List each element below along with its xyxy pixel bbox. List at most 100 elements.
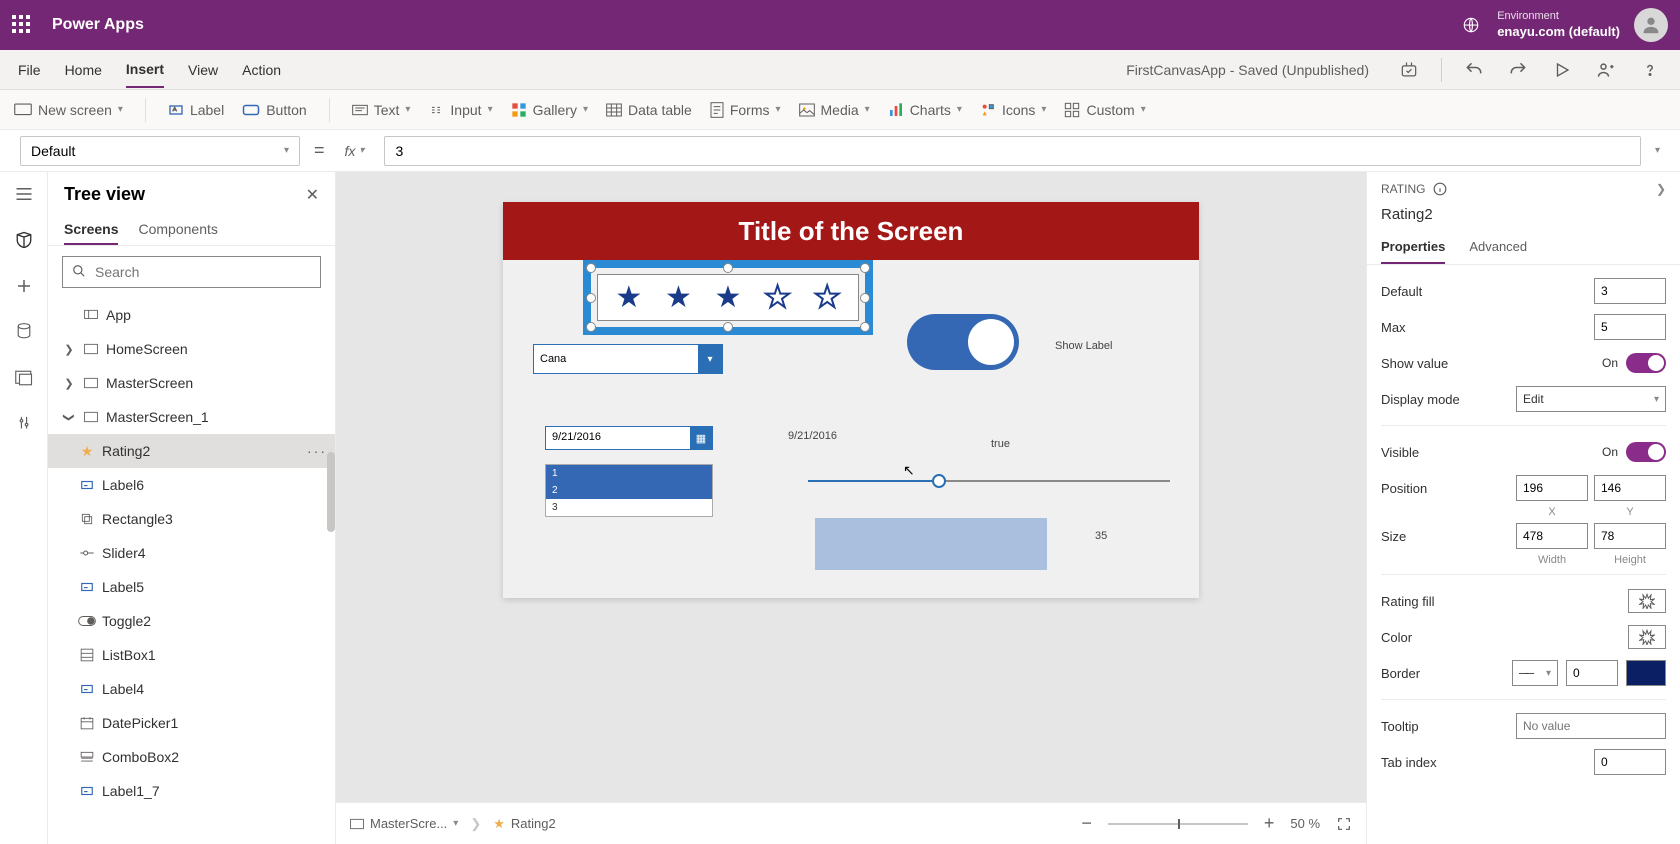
prop-width-input[interactable] xyxy=(1516,523,1588,549)
prop-y-input[interactable] xyxy=(1594,475,1666,501)
resize-handle[interactable] xyxy=(586,263,596,273)
prop-height-input[interactable] xyxy=(1594,523,1666,549)
share-icon[interactable] xyxy=(1594,58,1618,82)
tree-search-input[interactable] xyxy=(62,256,321,288)
help-icon[interactable] xyxy=(1638,58,1662,82)
tree-node-label6[interactable]: Label6 xyxy=(48,468,335,502)
slider-thumb[interactable] xyxy=(932,474,946,488)
design-canvas[interactable]: Title of the Screen ★ ★ ★ ★ ★ ▾ xyxy=(503,202,1199,598)
breadcrumb-screen[interactable]: MasterScre...▾ xyxy=(350,816,458,831)
environment-block[interactable]: Environment enayu.com (default) xyxy=(1497,10,1620,40)
datepicker-control[interactable]: 9/21/2016▦ xyxy=(545,426,713,450)
prop-ratingfill-swatch[interactable] xyxy=(1628,589,1666,613)
menu-home[interactable]: Home xyxy=(65,53,102,87)
tree-node-label5[interactable]: Label5 xyxy=(48,570,335,604)
slider-control[interactable] xyxy=(808,480,1170,482)
ribbon-text[interactable]: Text▾ xyxy=(352,102,411,118)
combobox-control[interactable]: ▾ xyxy=(533,344,723,374)
tree-node-masterscreen[interactable]: ❯MasterScreen xyxy=(48,366,335,400)
environment-icon[interactable] xyxy=(1459,13,1483,37)
chevron-right-icon[interactable]: ❯ xyxy=(1656,182,1666,196)
ribbon-data-table[interactable]: Data table xyxy=(606,102,692,118)
resize-handle[interactable] xyxy=(586,322,596,332)
resize-handle[interactable] xyxy=(860,322,870,332)
zoom-slider[interactable] xyxy=(1108,823,1248,825)
resize-handle[interactable] xyxy=(723,322,733,332)
ribbon-button[interactable]: Button xyxy=(242,102,306,118)
fx-icon[interactable]: fx▾ xyxy=(339,143,371,159)
tree-view-icon[interactable] xyxy=(12,228,36,252)
chevron-down-icon[interactable]: ▾ xyxy=(453,818,458,829)
redo-icon[interactable] xyxy=(1506,58,1530,82)
media-panel-icon[interactable] xyxy=(12,366,36,390)
zoom-in-icon[interactable]: + xyxy=(1264,813,1275,834)
close-icon[interactable]: ✕ xyxy=(306,185,319,205)
play-icon[interactable] xyxy=(1550,58,1574,82)
tree-node-app[interactable]: App xyxy=(48,298,335,332)
tree-node-datepicker1[interactable]: DatePicker1 xyxy=(48,706,335,740)
menu-file[interactable]: File xyxy=(18,53,41,87)
ribbon-icons[interactable]: Icons▾ xyxy=(980,102,1047,118)
data-icon[interactable] xyxy=(12,320,36,344)
props-tab-advanced[interactable]: Advanced xyxy=(1469,231,1527,264)
ribbon-media[interactable]: Media▾ xyxy=(799,102,870,118)
ribbon-new-screen[interactable]: New screen▾ xyxy=(14,102,123,118)
rectangle-control[interactable] xyxy=(815,518,1047,570)
prop-max-input[interactable] xyxy=(1594,314,1666,340)
tab-components[interactable]: Components xyxy=(138,215,217,245)
menu-action[interactable]: Action xyxy=(242,53,281,87)
ribbon-charts[interactable]: Charts▾ xyxy=(888,102,962,118)
prop-border-color[interactable] xyxy=(1626,660,1666,686)
listbox-control[interactable]: 1 2 3 xyxy=(545,464,713,517)
toggle-control[interactable] xyxy=(907,314,1019,370)
prop-color-swatch[interactable] xyxy=(1628,625,1666,649)
fit-screen-icon[interactable] xyxy=(1336,816,1352,832)
list-item[interactable]: 3 xyxy=(546,499,712,516)
breadcrumb-control[interactable]: ★Rating2 xyxy=(493,816,555,832)
tree-node-toggle2[interactable]: Toggle2 xyxy=(48,604,335,638)
undo-icon[interactable] xyxy=(1462,58,1486,82)
prop-tabindex-input[interactable] xyxy=(1594,749,1666,775)
calendar-icon[interactable]: ▦ xyxy=(690,427,712,449)
resize-handle[interactable] xyxy=(860,263,870,273)
tree-node-masterscreen1[interactable]: ❯MasterScreen_1 xyxy=(48,400,335,434)
tree-node-rating2[interactable]: ★Rating2··· xyxy=(48,434,335,468)
waffle-icon[interactable] xyxy=(12,15,32,35)
tree-node-homescreen[interactable]: ❯HomeScreen xyxy=(48,332,335,366)
rating-control-selected[interactable]: ★ ★ ★ ★ ★ xyxy=(583,260,873,335)
chevron-down-icon[interactable]: ▾ xyxy=(698,345,722,373)
prop-default-input[interactable] xyxy=(1594,278,1666,304)
tree-node-label1-7[interactable]: Label1_7 xyxy=(48,774,335,808)
prop-tooltip-input[interactable] xyxy=(1516,713,1666,739)
hamburger-icon[interactable] xyxy=(12,182,36,206)
resize-handle[interactable] xyxy=(586,293,596,303)
property-selector[interactable]: Default▾ xyxy=(20,136,300,166)
app-checker-icon[interactable] xyxy=(1397,58,1421,82)
prop-x-input[interactable] xyxy=(1516,475,1588,501)
ribbon-custom[interactable]: Custom▾ xyxy=(1064,102,1145,118)
tree-node-listbox1[interactable]: ListBox1 xyxy=(48,638,335,672)
tree-node-slider4[interactable]: Slider4 xyxy=(48,536,335,570)
ribbon-forms[interactable]: Forms▾ xyxy=(710,102,781,118)
tab-screens[interactable]: Screens xyxy=(64,215,118,245)
props-tab-properties[interactable]: Properties xyxy=(1381,231,1445,264)
ribbon-gallery[interactable]: Gallery▾ xyxy=(511,102,588,118)
prop-visible-toggle[interactable] xyxy=(1626,442,1666,462)
tree-node-label4[interactable]: Label4 xyxy=(48,672,335,706)
tree-node-rectangle3[interactable]: Rectangle3 xyxy=(48,502,335,536)
ribbon-input[interactable]: Input▾ xyxy=(428,102,492,118)
advanced-tools-icon[interactable] xyxy=(12,412,36,436)
more-icon[interactable]: ··· xyxy=(307,443,327,459)
list-item[interactable]: 2 xyxy=(546,482,712,499)
resize-handle[interactable] xyxy=(723,263,733,273)
prop-showvalue-toggle[interactable] xyxy=(1626,353,1666,373)
zoom-out-icon[interactable]: − xyxy=(1081,813,1092,834)
formula-expand-icon[interactable]: ▾ xyxy=(1655,145,1660,156)
insert-icon[interactable] xyxy=(12,274,36,298)
info-icon[interactable] xyxy=(1433,182,1447,196)
prop-border-style[interactable]: ──▾ xyxy=(1512,660,1558,686)
resize-handle[interactable] xyxy=(860,293,870,303)
menu-view[interactable]: View xyxy=(188,53,218,87)
combo-input[interactable] xyxy=(534,345,698,373)
formula-input[interactable] xyxy=(384,136,1641,166)
